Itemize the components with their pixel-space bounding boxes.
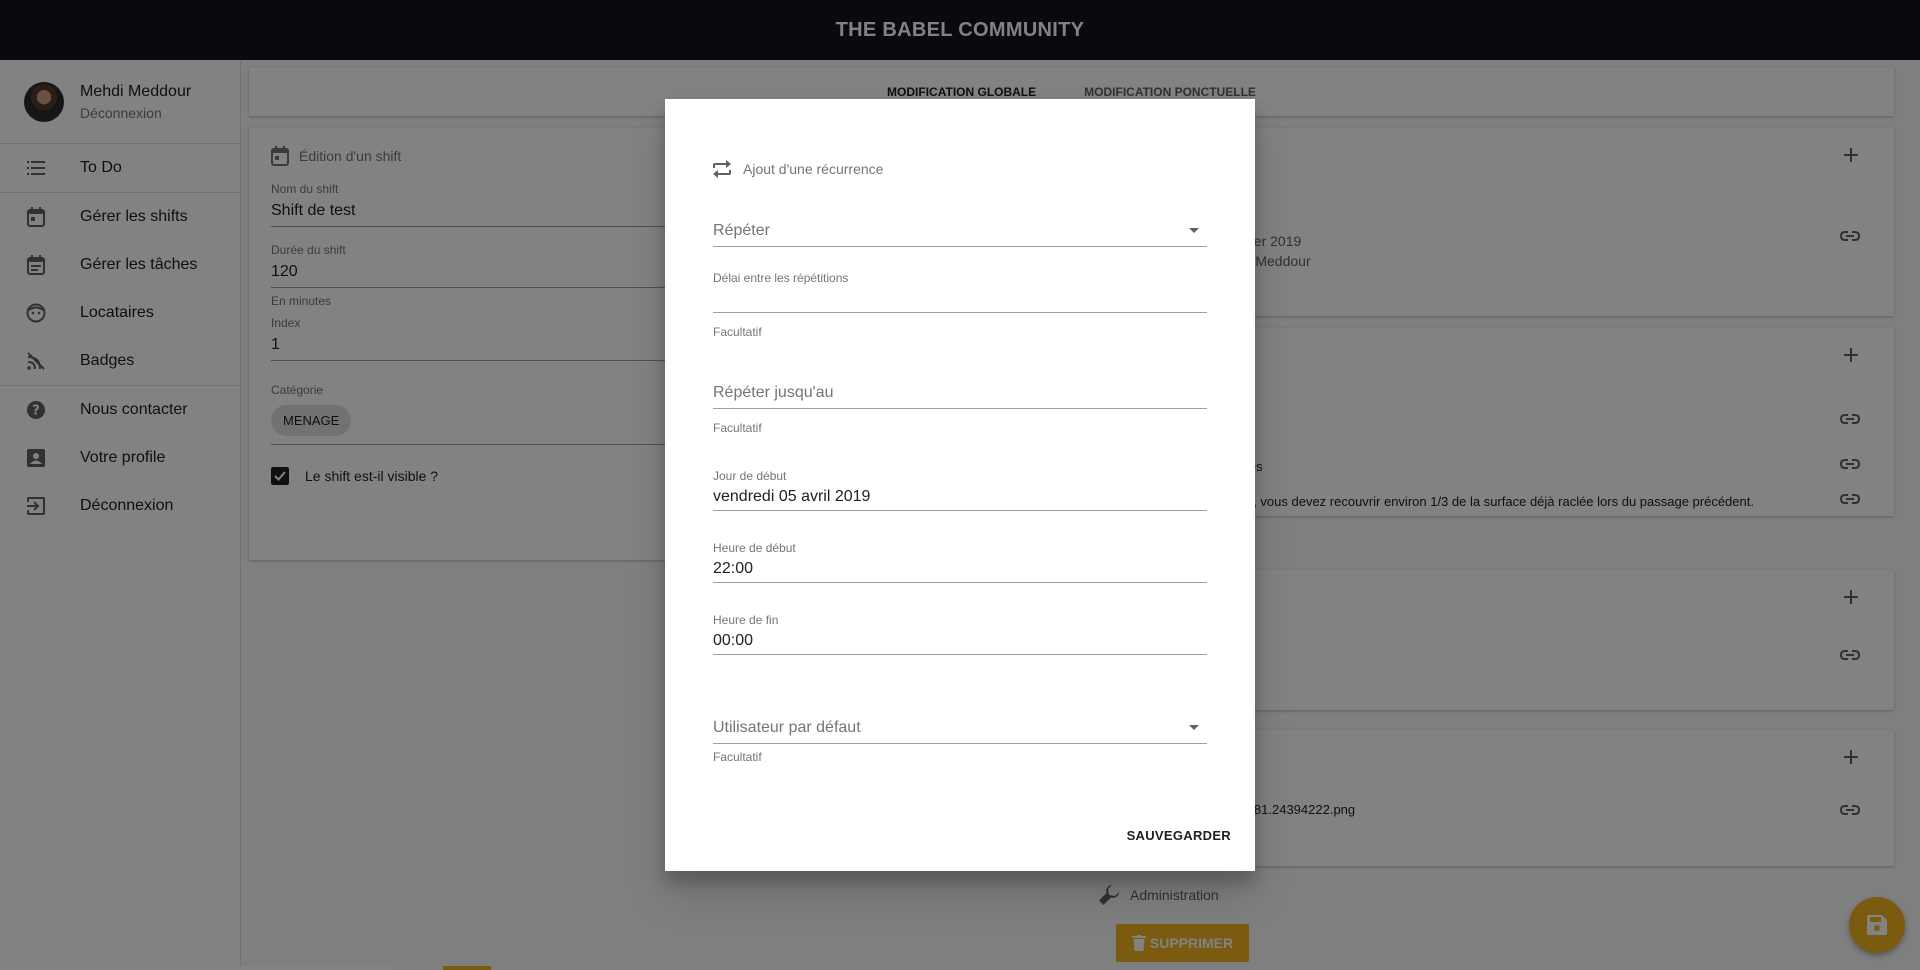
chevron-down-icon [1189,228,1199,233]
start-day-field[interactable]: Jour de début vendredi 05 avril 2019 [713,469,1207,511]
repeat-icon [713,160,731,178]
end-hour-input[interactable]: 00:00 [713,627,1207,655]
chevron-down-icon [1189,725,1199,730]
dialog-title-text: Ajout d'une récurrence [743,161,884,177]
dialog-title: Ajout d'une récurrence [713,159,883,179]
default-user-select[interactable]: Utilisateur par défaut Facultatif [713,712,1207,764]
save-button[interactable]: SAUVEGARDER [1127,820,1231,851]
repeat-until-help: Facultatif [713,421,762,435]
end-hour-field[interactable]: Heure de fin 00:00 [713,613,1207,655]
start-hour-label: Heure de début [713,541,796,555]
delay-input[interactable] [713,285,1207,313]
start-day-label: Jour de début [713,469,787,483]
repeat-select[interactable]: Répéter [713,215,1207,247]
delay-label: Délai entre les répétitions [713,271,849,285]
repeat-until-field[interactable]: Répéter jusqu'au Facultatif [713,377,1207,435]
default-user-help: Facultatif [713,750,762,764]
start-day-input[interactable]: vendredi 05 avril 2019 [713,483,1207,511]
start-hour-field[interactable]: Heure de début 22:00 [713,541,1207,583]
end-hour-label: Heure de fin [713,613,779,627]
start-hour-input[interactable]: 22:00 [713,555,1207,583]
delay-field[interactable]: Délai entre les répétitions Facultatif [713,271,1207,339]
repeat-until-input[interactable]: Répéter jusqu'au [713,377,1207,409]
recurrence-dialog: Ajout d'une récurrence Répéter Délai ent… [665,99,1255,871]
default-user-placeholder: Utilisateur par défaut [713,718,861,736]
repeat-placeholder: Répéter [713,221,770,239]
delay-help: Facultatif [713,325,762,339]
